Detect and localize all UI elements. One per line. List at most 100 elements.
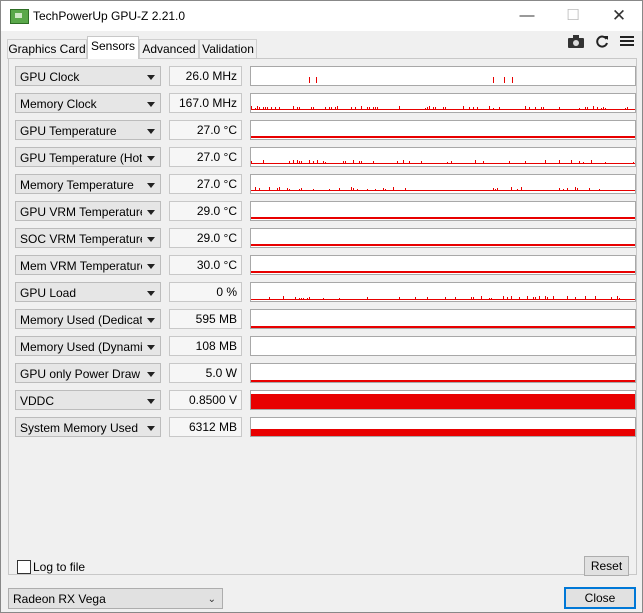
graph-mark bbox=[323, 298, 324, 299]
sensor-select[interactable]: GPU Clock bbox=[15, 66, 161, 86]
title-bar[interactable]: TechPowerUp GPU-Z 2.21.0 — ☐ ✕ bbox=[1, 1, 642, 31]
camera-icon[interactable] bbox=[567, 35, 585, 51]
graph-mark bbox=[269, 297, 270, 299]
sensor-label: GPU Temperature bbox=[20, 124, 117, 138]
graph-mark bbox=[345, 161, 346, 163]
sensor-select[interactable]: Mem VRM Temperature bbox=[15, 255, 161, 275]
graph-mark bbox=[316, 77, 317, 83]
graph-mark bbox=[251, 299, 635, 300]
graph-mark bbox=[511, 187, 512, 190]
graph-mark bbox=[435, 107, 436, 109]
graph-mark bbox=[633, 162, 634, 163]
tab-sensors[interactable]: Sensors bbox=[87, 36, 139, 59]
graph-mark bbox=[377, 107, 378, 109]
tab-graphics-card[interactable]: Graphics Card bbox=[7, 39, 87, 59]
graph-mark bbox=[617, 296, 618, 299]
graph-mark bbox=[525, 161, 526, 163]
sensor-select[interactable]: VDDC bbox=[15, 390, 161, 410]
sensor-value: 30.0 °C bbox=[169, 255, 242, 275]
graph-mark bbox=[251, 190, 635, 191]
graph-mark bbox=[493, 188, 494, 190]
close-button[interactable]: Close bbox=[564, 587, 636, 609]
graph-mark bbox=[251, 326, 635, 328]
graph-mark bbox=[373, 161, 374, 163]
minimize-button[interactable]: — bbox=[504, 1, 550, 31]
sensor-graph bbox=[250, 309, 636, 329]
sensor-graph-plot bbox=[251, 271, 635, 273]
graph-mark bbox=[367, 189, 368, 190]
sensor-select[interactable]: Memory Used (Dedicated) bbox=[15, 309, 161, 329]
graph-mark bbox=[275, 107, 276, 109]
graph-mark bbox=[331, 107, 332, 109]
sensor-select[interactable]: GPU Temperature (Hot Spot) bbox=[15, 147, 161, 167]
graph-mark bbox=[403, 160, 404, 163]
graph-mark bbox=[399, 297, 400, 299]
sensor-label: Memory Used (Dynamic) bbox=[20, 340, 142, 354]
gpu-select-dropdown[interactable]: Radeon RX Vega ⌄ bbox=[8, 588, 223, 609]
graph-mark bbox=[545, 296, 546, 299]
reset-button[interactable]: Reset bbox=[584, 556, 629, 576]
sensor-value: 27.0 °C bbox=[169, 147, 242, 167]
sensor-select[interactable]: GPU VRM Temperature bbox=[15, 201, 161, 221]
tab-validation[interactable]: Validation bbox=[199, 39, 257, 59]
sensor-graph-plot bbox=[251, 217, 635, 219]
graph-mark bbox=[311, 107, 312, 109]
tab-advanced[interactable]: Advanced bbox=[139, 39, 199, 59]
graph-mark bbox=[591, 160, 592, 163]
graph-mark bbox=[425, 108, 426, 109]
sensor-select[interactable]: GPU Load bbox=[15, 282, 161, 302]
graph-mark bbox=[259, 107, 260, 109]
sensor-value: 26.0 MHz bbox=[169, 66, 242, 86]
graph-mark bbox=[251, 136, 635, 138]
graph-mark bbox=[375, 189, 376, 190]
sensor-select[interactable]: Memory Clock bbox=[15, 93, 161, 113]
graph-mark bbox=[299, 189, 300, 190]
log-to-file-checkbox[interactable] bbox=[17, 560, 31, 574]
close-window-button[interactable]: ✕ bbox=[596, 1, 642, 31]
dropdown-arrow-icon bbox=[147, 318, 155, 323]
graph-mark bbox=[493, 108, 494, 109]
maximize-button[interactable]: ☐ bbox=[550, 1, 596, 31]
sensor-select[interactable]: GPU Temperature bbox=[15, 120, 161, 140]
gpuz-window: TechPowerUp GPU-Z 2.21.0 — ☐ ✕ Graphics … bbox=[0, 0, 643, 613]
dropdown-arrow-icon bbox=[147, 399, 155, 404]
graph-mark bbox=[619, 298, 620, 299]
graph-mark bbox=[443, 107, 444, 109]
graph-mark bbox=[271, 107, 272, 109]
graph-mark bbox=[463, 106, 464, 109]
graph-mark bbox=[541, 107, 542, 109]
sensor-select[interactable]: Memory Temperature bbox=[15, 174, 161, 194]
graph-mark bbox=[605, 162, 606, 163]
graph-mark bbox=[335, 107, 336, 109]
sensor-select[interactable]: SOC VRM Temperature bbox=[15, 228, 161, 248]
sensor-label: GPU Load bbox=[20, 286, 77, 300]
graph-mark bbox=[361, 106, 362, 109]
graph-mark bbox=[491, 298, 492, 299]
sensor-select[interactable]: Memory Used (Dynamic) bbox=[15, 336, 161, 356]
sensor-label: Memory Temperature bbox=[20, 178, 134, 192]
sensor-label: System Memory Used bbox=[20, 421, 139, 435]
graph-mark bbox=[471, 297, 472, 299]
graph-mark bbox=[309, 77, 310, 83]
graph-mark bbox=[571, 160, 572, 163]
sensor-select[interactable]: System Memory Used bbox=[15, 417, 161, 437]
graph-mark bbox=[339, 188, 340, 190]
graph-mark bbox=[559, 188, 560, 190]
dropdown-arrow-icon bbox=[147, 210, 155, 215]
sensor-select[interactable]: GPU only Power Draw bbox=[15, 363, 161, 383]
graph-mark bbox=[525, 106, 526, 109]
graph-mark bbox=[597, 107, 598, 109]
graph-mark bbox=[297, 160, 298, 163]
sensor-graph-plot bbox=[251, 106, 635, 110]
chevron-down-icon: ⌄ bbox=[207, 594, 216, 605]
graph-mark bbox=[605, 108, 606, 109]
graph-mark bbox=[269, 187, 270, 190]
graph-mark bbox=[263, 160, 264, 163]
refresh-icon[interactable] bbox=[593, 35, 611, 51]
hamburger-menu-icon[interactable] bbox=[618, 35, 636, 51]
graph-mark bbox=[507, 297, 508, 299]
sensor-label: GPU VRM Temperature bbox=[20, 205, 142, 219]
sensor-graph-plot bbox=[251, 326, 635, 328]
graph-mark bbox=[295, 297, 296, 299]
graph-mark bbox=[575, 187, 576, 190]
